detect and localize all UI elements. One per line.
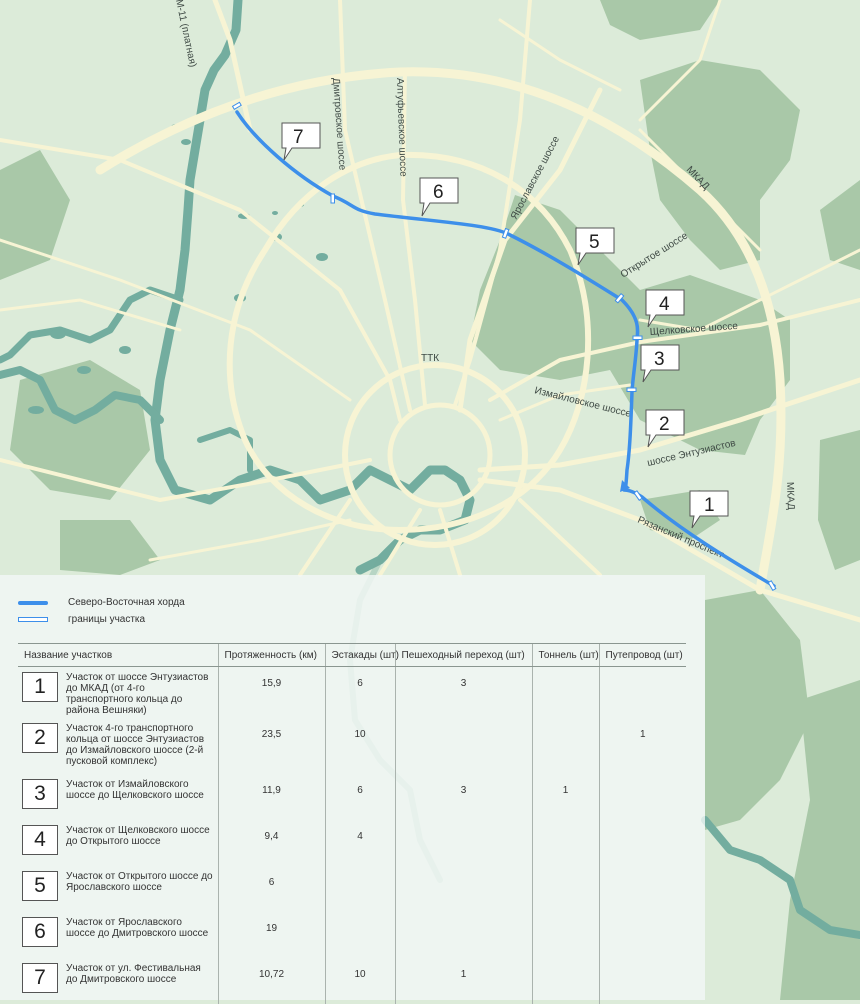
cell-length: 11,9 — [262, 785, 281, 796]
cell-pedestrian: 3 — [460, 678, 467, 689]
section-name: Участок от ул. Фестивальная до Дмитровск… — [66, 963, 201, 985]
cell-tunnel — [537, 914, 595, 923]
border-swatch — [18, 617, 48, 622]
cell-bridge — [604, 868, 683, 877]
legend-table-panel: Северо-Восточная хорда границы участка Н… — [0, 575, 705, 1004]
cell-bridge — [604, 776, 683, 785]
callout-num-7: 7 — [293, 127, 304, 148]
cell-pedestrian — [400, 822, 528, 831]
cell-overpasses: 10 — [354, 729, 366, 740]
header-tunnel: Тоннель (шт) — [531, 643, 599, 667]
table-row: 3 Участок от Измайловского шоссе до Щелко… — [18, 774, 686, 820]
cell-pedestrian — [400, 914, 528, 923]
section-number-badge: 7 — [22, 963, 58, 993]
label-ttk: ТТК — [421, 353, 439, 364]
cell-tunnel — [537, 868, 595, 877]
section-name: Участок от Ярославского шоссе до Дмитров… — [66, 917, 209, 939]
table-row: 5 Участок от Открытого шоссе до Ярославск… — [18, 866, 686, 912]
legend-route-label: Северо-Восточная хорда — [68, 597, 185, 608]
section-number-badge: 3 — [22, 779, 58, 809]
cell-overpasses — [330, 868, 391, 877]
sections-table: Название участков Протяженность (км) Эст… — [18, 643, 686, 1004]
legend-border: границы участка — [18, 614, 145, 625]
cell-pedestrian — [400, 868, 528, 877]
section-number-badge: 4 — [22, 825, 58, 855]
cell-bridge: 1 — [639, 729, 646, 740]
cell-length: 6 — [268, 877, 275, 888]
header-name: Название участков — [18, 643, 218, 667]
cell-length: 10,72 — [258, 969, 285, 980]
cell-bridge — [604, 960, 683, 969]
table-header-row: Название участков Протяженность (км) Эст… — [18, 643, 686, 667]
section-name: Участок от Измайловского шоссе до Щелков… — [66, 779, 204, 801]
cell-tunnel — [537, 669, 595, 678]
cell-overpasses: 6 — [357, 678, 363, 689]
table-row: 2 Участок 4-го транспортного кольца от шо… — [18, 718, 686, 774]
route-line-swatch — [18, 600, 48, 605]
callout-num-3: 3 — [654, 349, 665, 370]
cell-length: 19 — [265, 923, 278, 934]
cell-tunnel — [537, 720, 595, 729]
header-pedestrian: Пешеходный переход (шт) — [394, 643, 532, 667]
cell-overpasses: 6 — [357, 785, 363, 796]
cell-length: 9,4 — [264, 831, 279, 842]
legend-route: Северо-Восточная хорда — [18, 597, 185, 608]
header-overpasses: Эстакады (шт) — [324, 643, 399, 667]
cell-overpasses: 10 — [354, 969, 366, 980]
cell-overpasses — [330, 914, 391, 923]
section-name: Участок от Щелковского шоссе до Открытог… — [66, 825, 210, 847]
cell-length: 23,5 — [261, 729, 282, 740]
section-number-badge: 6 — [22, 917, 58, 947]
section-name: Участок от шоссе Энтузиастов до МКАД (от… — [66, 672, 209, 716]
section-name: Участок от Открытого шоссе до Ярославско… — [66, 871, 213, 893]
table-row: 6 Участок от Ярославского шоссе до Дмитро… — [18, 912, 686, 958]
cell-bridge — [604, 669, 683, 678]
cell-overpasses: 4 — [357, 831, 363, 842]
cell-tunnel — [537, 822, 595, 831]
callout-num-6: 6 — [433, 182, 444, 203]
cell-bridge — [604, 822, 683, 831]
callout-num-1: 1 — [704, 495, 715, 516]
callout-num-5: 5 — [589, 232, 600, 253]
cell-tunnel — [537, 960, 595, 969]
cell-pedestrian: 3 — [460, 785, 467, 796]
cell-pedestrian — [400, 720, 528, 729]
cell-pedestrian: 1 — [460, 969, 467, 980]
header-length: Протяженность (км) — [217, 643, 325, 667]
section-name: Участок 4-го транспортного кольца от шос… — [66, 723, 205, 767]
callout-num-2: 2 — [659, 414, 670, 435]
header-bridge: Путепровод (шт) — [598, 643, 686, 667]
callout-num-4: 4 — [659, 294, 670, 315]
table-row: 7 Участок от ул. Фестивальная до Дмитровс… — [18, 958, 686, 1004]
cell-length: 15,9 — [261, 678, 282, 689]
section-number-badge: 1 — [22, 672, 58, 702]
legend-border-label: границы участка — [68, 614, 146, 625]
section-number-badge: 2 — [22, 723, 58, 753]
cell-tunnel: 1 — [562, 785, 569, 796]
cell-bridge — [604, 914, 683, 923]
label-mkad-right: МКАД — [784, 482, 796, 511]
section-number-badge: 5 — [22, 871, 58, 901]
table-row: 1 Участок от шоссе Энтузиастов до МКАД (о… — [18, 666, 686, 718]
table-row: 4 Участок от Щелковского шоссе до Открыто… — [18, 820, 686, 866]
